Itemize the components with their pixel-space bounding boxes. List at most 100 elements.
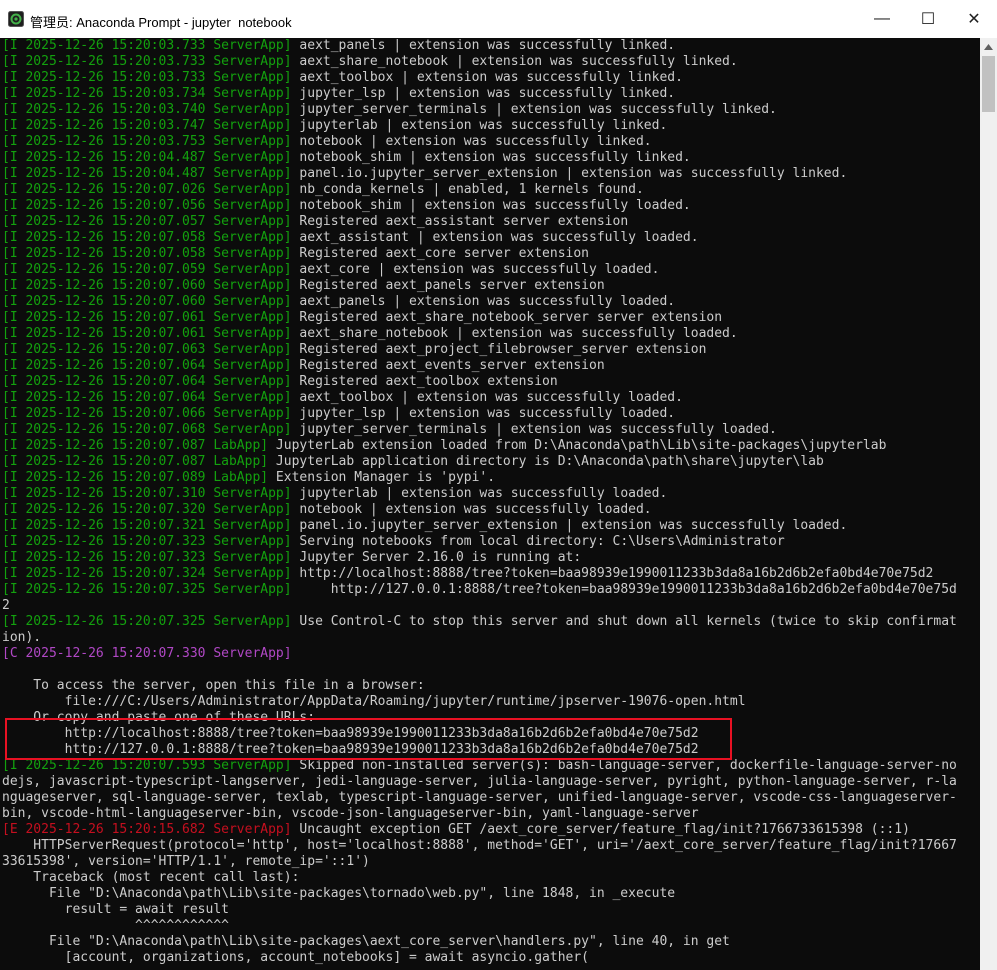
log-tag: [I 2025-12-26 15:20:07.323 ServerApp] [2,550,292,565]
close-button[interactable]: ✕ [951,0,997,38]
log-tag: [I 2025-12-26 15:20:07.064 ServerApp] [2,374,292,389]
console-line: [I 2025-12-26 15:20:07.089 LabApp] Exten… [2,470,495,486]
log-message: jupyter_server_terminals | extension was… [291,102,777,117]
window-title: 管理员: Anaconda Prompt - jupyter notebook [30,15,292,30]
console-line: [I 2025-12-26 15:20:07.323 ServerApp] Se… [2,534,785,550]
log-message: Jupyter Server 2.16.0 is running at: [291,550,582,565]
log-tag: [I 2025-12-26 15:20:07.057 ServerApp] [2,214,292,229]
log-message: aext_core | extension was successfully l… [291,262,660,277]
log-tag: [I 2025-12-26 15:20:07.060 ServerApp] [2,294,292,309]
log-message: Registered aext_share_notebook_server se… [291,310,723,325]
log-message: jupyterlab | extension was successfully … [291,486,668,501]
log-message: Traceback (most recent call last): [2,870,300,885]
log-message: jupyter_server_terminals | extension was… [291,422,777,437]
chevron-up-icon [984,43,993,50]
maximize-button[interactable]: ☐ [905,0,951,38]
console-line: [I 2025-12-26 15:20:07.321 ServerApp] pa… [2,518,847,534]
log-message: notebook | extension was successfully li… [291,134,652,149]
console-line: [I 2025-12-26 15:20:07.593 ServerApp] Sk… [2,758,957,774]
console-line: [I 2025-12-26 15:20:07.068 ServerApp] ju… [2,422,777,438]
console-line: result = await result [2,902,229,918]
console-line: [I 2025-12-26 15:20:07.057 ServerApp] Re… [2,214,628,230]
console-line: nguageserver, sql-language-server, texla… [2,790,957,806]
log-message: ion). [2,630,42,645]
console-line: [I 2025-12-26 15:20:07.058 ServerApp] Re… [2,246,589,262]
console-line: HTTPServerRequest(protocol='http', host=… [2,838,957,854]
console-line: [I 2025-12-26 15:20:07.064 ServerApp] ae… [2,390,683,406]
window-titlebar[interactable]: 管理员: Anaconda Prompt - jupyter notebook … [0,0,997,39]
console-line: [I 2025-12-26 15:20:07.063 ServerApp] Re… [2,342,706,358]
console-line: [I 2025-12-26 15:20:07.061 ServerApp] ae… [2,326,738,342]
console-line: [C 2025-12-26 15:20:07.330 ServerApp] [2,646,292,662]
console-line: ^^^^^^^^^^^^ [2,918,229,934]
log-message: To access the server, open this file in … [2,678,425,693]
console-line: [E 2025-12-26 15:20:15.682 ServerApp] Un… [2,822,910,838]
log-tag: [I 2025-12-26 15:20:07.061 ServerApp] [2,310,292,325]
console-line: [I 2025-12-26 15:20:07.058 ServerApp] ae… [2,230,699,246]
console-line: [I 2025-12-26 15:20:07.324 ServerApp] ht… [2,566,933,582]
log-message: Use Control-C to stop this server and sh… [291,614,957,629]
log-tag: [I 2025-12-26 15:20:07.064 ServerApp] [2,358,292,373]
minimize-icon: — [874,10,890,27]
console-line: [I 2025-12-26 15:20:03.734 ServerApp] ju… [2,86,675,102]
log-message: 2 [2,598,10,613]
log-tag: [I 2025-12-26 15:20:03.733 ServerApp] [2,70,292,85]
minimize-button[interactable]: — [859,0,905,38]
log-message: http://localhost:8888/tree?token=baa9893… [2,726,699,741]
console-line: [I 2025-12-26 15:20:07.060 ServerApp] Re… [2,278,605,294]
log-tag: [I 2025-12-26 15:20:03.733 ServerApp] [2,38,292,53]
console-output[interactable]: [I 2025-12-26 15:20:03.733 ServerApp] ae… [0,38,980,970]
console-line: Or copy and paste one of these URLs: [2,710,315,726]
log-tag: [I 2025-12-26 15:20:07.063 ServerApp] [2,342,292,357]
log-tag: [I 2025-12-26 15:20:03.747 ServerApp] [2,118,292,133]
console-line: [I 2025-12-26 15:20:03.740 ServerApp] ju… [2,102,777,118]
log-tag: [I 2025-12-26 15:20:07.323 ServerApp] [2,534,292,549]
log-message: Uncaught exception GET /aext_core_server… [291,822,910,837]
log-tag: [I 2025-12-26 15:20:07.087 LabApp] [2,454,269,469]
console-line: [I 2025-12-26 15:20:07.325 ServerApp] ht… [2,582,957,598]
console-line: [I 2025-12-26 15:20:07.061 ServerApp] Re… [2,310,722,326]
log-tag: [I 2025-12-26 15:20:07.060 ServerApp] [2,278,292,293]
console-line: [I 2025-12-26 15:20:03.753 ServerApp] no… [2,134,652,150]
anaconda-prompt-icon [8,11,24,27]
log-message: http://localhost:8888/tree?token=baa9893… [291,566,934,581]
vertical-scrollbar[interactable] [980,38,997,970]
console-line: [I 2025-12-26 15:20:07.087 LabApp] Jupyt… [2,454,824,470]
console-line: [I 2025-12-26 15:20:07.064 ServerApp] Re… [2,358,605,374]
log-message: JupyterLab application directory is D:\A… [268,454,824,469]
log-tag: [E 2025-12-26 15:20:15.682 ServerApp] [2,822,292,837]
log-message: [account, organizations, account_noteboo… [2,950,589,965]
log-message: aext_panels | extension was successfully… [291,38,676,53]
log-message: http://127.0.0.1:8888/tree?token=baa9893… [2,742,699,757]
log-tag: [I 2025-12-26 15:20:07.059 ServerApp] [2,262,292,277]
log-message: Registered aext_project_filebrowser_serv… [291,342,707,357]
log-tag: [I 2025-12-26 15:20:07.066 ServerApp] [2,406,292,421]
log-message: jupyter_lsp | extension was successfully… [291,86,676,101]
console-line: [I 2025-12-26 15:20:07.325 ServerApp] Us… [2,614,957,630]
scroll-up-button[interactable] [980,38,997,55]
log-tag: [I 2025-12-26 15:20:03.734 ServerApp] [2,86,292,101]
console-line: [I 2025-12-26 15:20:07.056 ServerApp] no… [2,198,691,214]
scrollbar-thumb[interactable] [982,56,995,112]
console-line: [I 2025-12-26 15:20:07.087 LabApp] Jupyt… [2,438,886,454]
log-tag: [I 2025-12-26 15:20:07.058 ServerApp] [2,246,292,261]
log-tag: [I 2025-12-26 15:20:03.753 ServerApp] [2,134,292,149]
console-line: dejs, javascript-typescript-langserver, … [2,774,957,790]
console-line: File "D:\Anaconda\path\Lib\site-packages… [2,886,675,902]
log-tag: [I 2025-12-26 15:20:04.487 ServerApp] [2,150,292,165]
log-tag: [I 2025-12-26 15:20:07.321 ServerApp] [2,518,292,533]
console-line: [I 2025-12-26 15:20:04.487 ServerApp] no… [2,150,691,166]
console-line: [I 2025-12-26 15:20:07.323 ServerApp] Ju… [2,550,581,566]
console-line: [I 2025-12-26 15:20:03.733 ServerApp] ae… [2,54,738,70]
log-message: Registered aext_panels server extension [291,278,605,293]
console-line: [I 2025-12-26 15:20:07.310 ServerApp] ju… [2,486,667,502]
log-message: jupyterlab | extension was successfully … [291,118,668,133]
console-line: [I 2025-12-26 15:20:03.733 ServerApp] ae… [2,38,675,54]
log-message: panel.io.jupyter_server_extension | exte… [291,166,848,181]
console-line: 2 [2,598,10,614]
log-message: Registered aext_core server extension [291,246,590,261]
log-message: file:///C:/Users/Administrator/AppData/R… [2,694,746,709]
log-message: File "D:\Anaconda\path\Lib\site-packages… [2,886,676,901]
close-icon: ✕ [967,11,981,28]
log-message: Registered aext_toolbox extension [291,374,558,389]
